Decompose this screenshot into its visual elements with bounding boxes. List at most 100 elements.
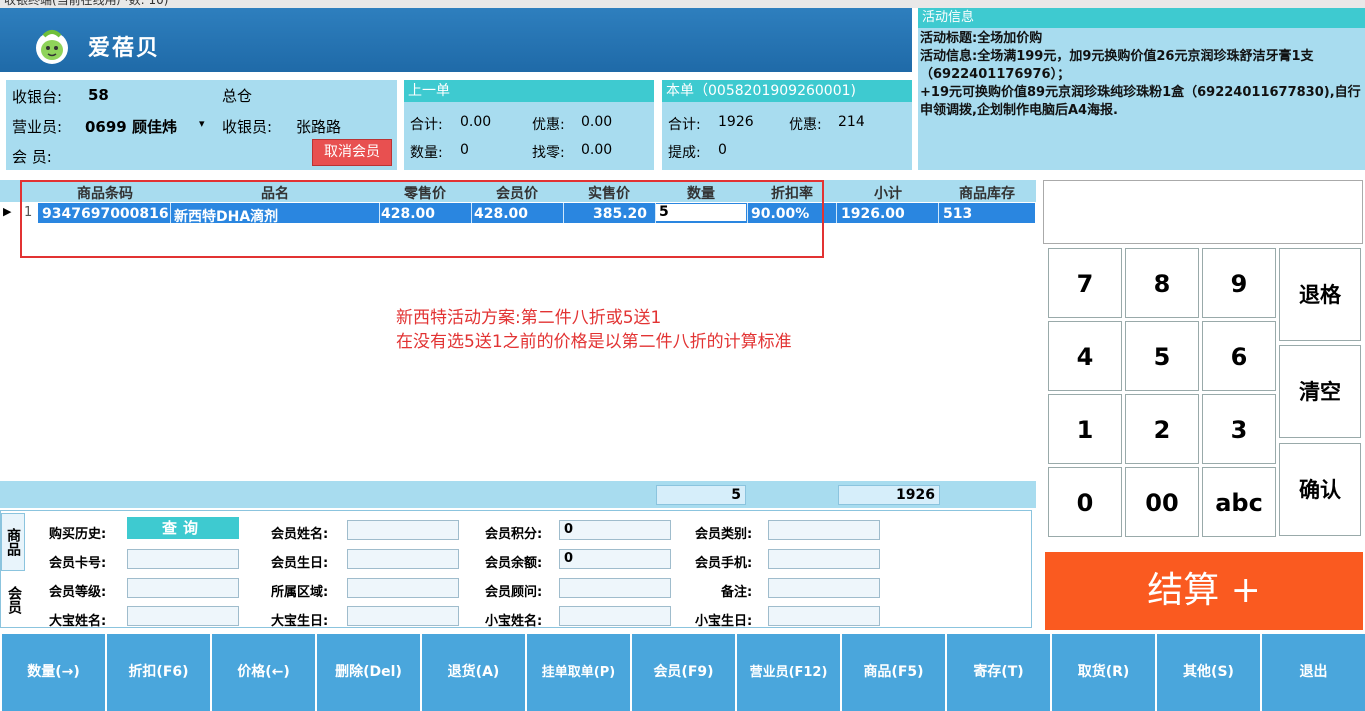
current-order-panel: 本单（0058201909260001) 合计: 1926 优惠: 214 提成… [662,80,912,170]
card-field[interactable] [127,549,239,569]
category-field[interactable] [768,520,880,540]
discount-button[interactable]: 折扣(F6) [107,634,210,711]
history-label: 购买历史: [49,527,107,542]
remark-label: 备注: [721,585,753,600]
chevron-down-icon[interactable]: ▾ [199,117,205,130]
tab-goods[interactable]: 商品 [1,513,25,571]
exit-button[interactable]: 退出 [1262,634,1365,711]
note-line-2: 在没有选5送1之前的价格是以第二件八折的计算标准 [396,332,792,352]
pickup-button[interactable]: 取货(R) [1052,634,1155,711]
clear-button[interactable]: 清空 [1279,345,1361,438]
key-2[interactable]: 2 [1125,394,1199,464]
key-00[interactable]: 00 [1125,467,1199,537]
prev-total-label: 合计: [410,117,443,133]
backspace-button[interactable]: 退格 [1279,248,1361,341]
tab-member[interactable]: 会员 [1,573,25,627]
cashier-value: 张路路 [296,118,342,136]
member-name-field[interactable] [347,520,459,540]
key-0[interactable]: 0 [1048,467,1122,537]
salesperson-select[interactable]: 0699 顾佳炜 [85,116,177,137]
points-field[interactable]: 0 [559,520,671,540]
key-abc[interactable]: abc [1202,467,1276,537]
refund-button[interactable]: 退货(A) [422,634,525,711]
register-value: 58 [88,86,109,104]
bigbaby-name-label: 大宝姓名: [49,614,107,629]
key-3[interactable]: 3 [1202,394,1276,464]
smallbaby-name-label: 小宝姓名: [485,614,543,629]
salesperson-button[interactable]: 营业员(F12) [737,634,840,711]
commission-value: 0 [718,142,727,158]
points-label: 会员积分: [485,527,543,542]
price-button[interactable]: 价格(←) [212,634,315,711]
previous-order-panel: 上一单 合计: 0.00 优惠: 0.00 数量: 0 找零: 0.00 [404,80,654,170]
remark-field[interactable] [768,578,880,598]
bigbaby-birthday-label: 大宝生日: [271,614,329,629]
prev-discount-label: 优惠: [532,117,565,133]
current-order-heading: 本单（0058201909260001) [662,80,912,102]
prev-total-value: 0.00 [460,114,492,130]
key-6[interactable]: 6 [1202,321,1276,391]
key-8[interactable]: 8 [1125,248,1199,318]
promotion-note: 新西特活动方案:第二件八折或5送1 在没有选5送1之前的价格是以第二件八折的计算… [396,306,792,354]
key-4[interactable]: 4 [1048,321,1122,391]
query-button[interactable]: 查询 [127,517,239,539]
col-subtotal[interactable]: 小计 [838,183,938,203]
balance-label: 会员余额: [485,556,543,571]
balance-field[interactable]: 0 [559,549,671,569]
advisor-label: 会员顾问: [485,585,543,600]
keypad-display [1043,180,1363,244]
deposit-button[interactable]: 寄存(T) [947,634,1050,711]
level-field[interactable] [127,578,239,598]
key-1[interactable]: 1 [1048,394,1122,464]
prev-qty-value: 0 [460,142,469,158]
cur-total-value: 1926 [718,114,754,130]
activity-info-2: +19元可换购价值89元京润珍珠纯珍珠粉1盒（69224011677830),自… [920,85,1361,118]
other-button[interactable]: 其他(S) [1157,634,1260,711]
cur-total-label: 合计: [668,117,701,133]
prev-qty-label: 数量: [410,145,443,161]
app-header: 爱蓓贝 [0,8,912,72]
smallbaby-name-field[interactable] [559,606,671,626]
advisor-field[interactable] [559,578,671,598]
phone-field[interactable] [768,549,880,569]
key-5[interactable]: 5 [1125,321,1199,391]
totals-bar: 5 1926 [0,481,1036,508]
member-panel: 商品 会员 购买历史: 查询 会员姓名: 会员积分: 0 会员类别: 会员卡号:… [0,510,1032,629]
col-stock[interactable]: 商品库存 [940,183,1034,203]
cell-subtotal: 1926.00 [841,206,905,222]
region-field[interactable] [347,578,459,598]
function-bar: 数量(→) 折扣(F6) 价格(←) 删除(Del) 退货(A) 挂单取单(P)… [0,632,1365,711]
activity-body: 活动标题:全场加价购 活动信息:全场满199元，加9元换购价值26元京润珍珠舒洁… [920,30,1363,120]
key-9[interactable]: 9 [1202,248,1276,318]
quantity-button[interactable]: 数量(→) [2,634,105,711]
highlight-box [20,180,824,258]
card-label: 会员卡号: [49,556,107,571]
delete-button[interactable]: 删除(Del) [317,634,420,711]
region-label: 所属区域: [271,585,329,600]
prev-change-label: 找零: [532,145,565,161]
checkout-button[interactable]: 结算 + [1045,552,1363,630]
brand-name: 爱蓓贝 [88,35,161,61]
key-7[interactable]: 7 [1048,248,1122,318]
prev-change-value: 0.00 [581,142,613,158]
birthday-field[interactable] [347,549,459,569]
cashier-panel: 收银台: 58 总仓 营业员: 0699 顾佳炜 ▾ 收银员: 张路路 会 员:… [6,80,397,170]
confirm-button[interactable]: 确认 [1279,443,1361,536]
activity-heading: 活动信息 [918,8,1365,28]
previous-order-heading: 上一单 [404,80,654,102]
goods-button[interactable]: 商品(F5) [842,634,945,711]
bigbaby-name-field[interactable] [127,606,239,626]
commission-label: 提成: [668,145,701,161]
member-button[interactable]: 会员(F9) [632,634,735,711]
hold-order-button[interactable]: 挂单取单(P) [527,634,630,711]
cancel-member-button[interactable]: 取消会员 [312,139,392,166]
smallbaby-birthday-field[interactable] [768,606,880,626]
total-quantity: 5 [656,485,746,505]
bigbaby-birthday-field[interactable] [347,606,459,626]
cell-stock: 513 [943,206,973,222]
activity-panel: 活动信息 活动标题:全场加价购 活动信息:全场满199元，加9元换购价值26元京… [918,8,1365,170]
activity-title: 活动标题:全场加价购 [920,31,1043,46]
note-line-1: 新西特活动方案:第二件八折或5送1 [396,308,662,328]
window-title-bar: 收银终端(当前在线用户数: 10) [0,0,1365,8]
member-label: 会 员: [12,148,52,166]
